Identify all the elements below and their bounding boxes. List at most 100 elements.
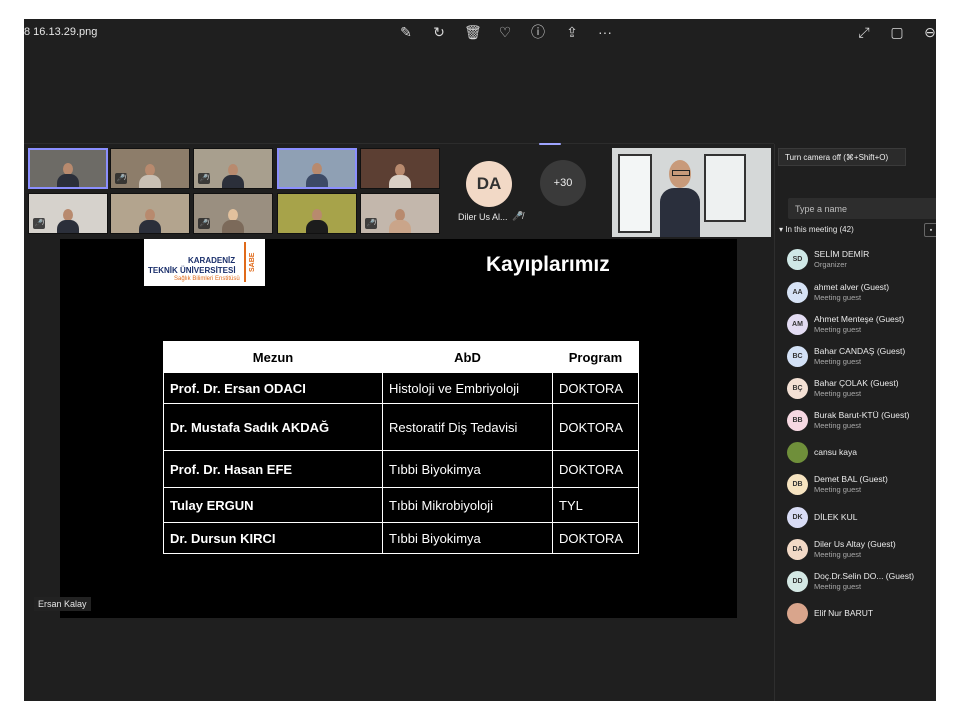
file-name: 8 16.13.29.png: [24, 26, 98, 38]
participant-name: Demet BAL (Guest): [814, 474, 888, 484]
mic-off-icon: 🎤̸: [33, 218, 45, 229]
more-participants-button[interactable]: +30: [540, 160, 586, 206]
participant-avatar: BB: [787, 410, 808, 431]
mic-off-icon: 🎤̸: [115, 173, 127, 184]
participant-name: Doç.Dr.Selin DO... (Guest): [814, 571, 915, 581]
participant-row[interactable]: DA Diler Us Altay (Guest) Meeting guest: [787, 538, 936, 564]
top-toolbar: 8 16.13.29.png ✎ ↻ 🗑 ♡ ⓘ ⇪ ··· ⤢ ▢ ⊖: [24, 19, 936, 45]
participant-row[interactable]: SD SELİM DEMİR Organizer: [787, 248, 936, 274]
participant-name: Burak Barut-KTÜ (Guest): [814, 410, 910, 420]
participant-video: [57, 207, 79, 233]
column-header: AbD: [382, 341, 553, 373]
graduates-table: Mezun AbD Program Prof. Dr. Ersan ODACI …: [163, 341, 639, 554]
in-meeting-header[interactable]: ▾ In this meeting (42): [779, 225, 854, 234]
table-row: Dr. Dursun KIRCI Tıbbi Biyokimya DOKTORA: [163, 522, 639, 554]
participant-avatar: AA: [787, 282, 808, 303]
fit-icon[interactable]: ▢: [889, 24, 905, 40]
edit-icon[interactable]: ✎: [398, 24, 414, 40]
participant-row[interactable]: AM Ahmet Menteşe (Guest) Meeting guest: [787, 313, 936, 339]
participant-row[interactable]: BÇ Bahar ÇOLAK (Guest) Meeting guest: [787, 377, 936, 403]
video-tile[interactable]: [277, 148, 357, 189]
share-icon[interactable]: ⇪: [564, 24, 580, 40]
video-tile[interactable]: 🎤̸: [360, 193, 440, 234]
participant-avatar: DB: [787, 474, 808, 495]
participant-name: cansu kaya: [814, 447, 857, 457]
video-tile[interactable]: 🎤̸: [110, 148, 190, 189]
stage-resize-handle[interactable]: [539, 143, 561, 145]
rotate-icon[interactable]: ↻: [431, 24, 447, 40]
participant-video: [389, 162, 411, 188]
participant-avatar: DK: [787, 507, 808, 528]
app-window: 8 16.13.29.png ✎ ↻ 🗑 ♡ ⓘ ⇪ ··· ⤢ ▢ ⊖ 🎤̸ …: [24, 19, 936, 701]
stage-divider: [24, 143, 774, 144]
zoom-icon[interactable]: ⊖: [922, 24, 936, 40]
panel-action-button[interactable]: ▪: [924, 223, 936, 237]
participant-video: [222, 162, 244, 188]
participant-video: [139, 207, 161, 233]
table-header-row: Mezun AbD Program: [163, 341, 639, 373]
participant-avatar: [787, 442, 808, 463]
more-icon[interactable]: ···: [597, 24, 613, 40]
participant-row[interactable]: BB Burak Barut-KTÜ (Guest) Meeting guest: [787, 409, 936, 435]
participant-video: [306, 207, 328, 233]
participant-role: Meeting guest: [814, 293, 862, 302]
participant-video: [139, 162, 161, 188]
participant-name: Diler Us Al...: [458, 212, 508, 222]
column-header: Program: [552, 341, 639, 373]
participant-avatar: BC: [787, 346, 808, 367]
participant-avatar: BÇ: [787, 378, 808, 399]
participant-name: Bahar ÇOLAK (Guest): [814, 378, 899, 388]
table-row: Tulay ERGUN Tıbbi Mikrobiyoloji TYL: [163, 487, 639, 523]
participant-video: [306, 161, 328, 187]
university-logo: KARADENİZ TEKNİK ÜNİVERSİTESİ Sağlık Bil…: [144, 239, 265, 286]
participant-name: Diler Us Altay (Guest): [814, 539, 896, 549]
participant-role: Meeting guest: [814, 550, 862, 559]
info-icon[interactable]: ⓘ: [530, 24, 546, 40]
participant-row[interactable]: AA ahmet alver (Guest) Meeting guest: [787, 281, 936, 307]
participant-row[interactable]: DB Demet BAL (Guest) Meeting guest: [787, 473, 936, 499]
participant-search-input[interactable]: [788, 198, 936, 219]
participant-row[interactable]: DK DİLEK KUL: [787, 506, 936, 532]
shared-slide: KARADENİZ TEKNİK ÜNİVERSİTESİ Sağlık Bil…: [60, 239, 737, 618]
participant-row[interactable]: BC Bahar CANDAŞ (Guest) Meeting guest: [787, 345, 936, 371]
participant-name: Elif Nur BARUT: [814, 608, 874, 618]
mic-off-icon: 🎤̸: [198, 173, 210, 184]
participant-avatar: DD: [787, 571, 808, 592]
participant-row[interactable]: DD Doç.Dr.Selin DO... (Guest) Meeting gues…: [787, 570, 936, 596]
expand-icon[interactable]: ⤢: [856, 24, 872, 40]
video-tile[interactable]: 🎤̸: [193, 193, 273, 234]
participant-row[interactable]: Elif Nur BARUT: [787, 602, 936, 628]
table-row: Dr. Mustafa Sadık AKDAĞ Restoratif Diş T…: [163, 403, 639, 451]
participant-role: Meeting guest: [814, 421, 862, 430]
presenter-label: Ersan Kalay: [34, 597, 91, 611]
participant-name: ahmet alver (Guest): [814, 282, 890, 292]
participant-row[interactable]: cansu kaya: [787, 441, 936, 467]
participant-avatar: [787, 603, 808, 624]
featured-video[interactable]: [612, 148, 771, 237]
participant-video: [660, 158, 700, 237]
participant-role: Meeting guest: [814, 389, 862, 398]
participant-name: Bahar CANDAŞ (Guest): [814, 346, 906, 356]
video-tile[interactable]: [277, 193, 357, 234]
video-tile[interactable]: 🎤̸: [193, 148, 273, 189]
mic-off-icon: 🎤̸: [365, 218, 377, 229]
table-row: Prof. Dr. Ersan ODACI Histoloji ve Embri…: [163, 372, 639, 404]
heart-icon[interactable]: ♡: [497, 24, 513, 40]
video-tile[interactable]: [360, 148, 440, 189]
participant-name: Ahmet Menteşe (Guest): [814, 314, 905, 324]
participant-role: Meeting guest: [814, 582, 862, 591]
participant-role: Meeting guest: [814, 485, 862, 494]
participant-name: DİLEK KUL: [814, 512, 858, 522]
mic-off-icon: 🎤̸: [512, 211, 524, 221]
mic-off-icon: 🎤̸: [198, 218, 210, 229]
table-row: Prof. Dr. Hasan EFE Tıbbi Biyokimya DOKT…: [163, 450, 639, 488]
participant-avatar[interactable]: DA: [466, 161, 512, 207]
video-tile[interactable]: [28, 148, 108, 189]
video-tile[interactable]: [110, 193, 190, 234]
participant-avatar: DA: [787, 539, 808, 560]
trash-icon[interactable]: 🗑: [464, 24, 482, 40]
participant-video: [222, 207, 244, 233]
participant-role: Organizer: [814, 260, 847, 269]
video-tile[interactable]: 🎤̸: [28, 193, 108, 234]
participant-role: Meeting guest: [814, 357, 862, 366]
